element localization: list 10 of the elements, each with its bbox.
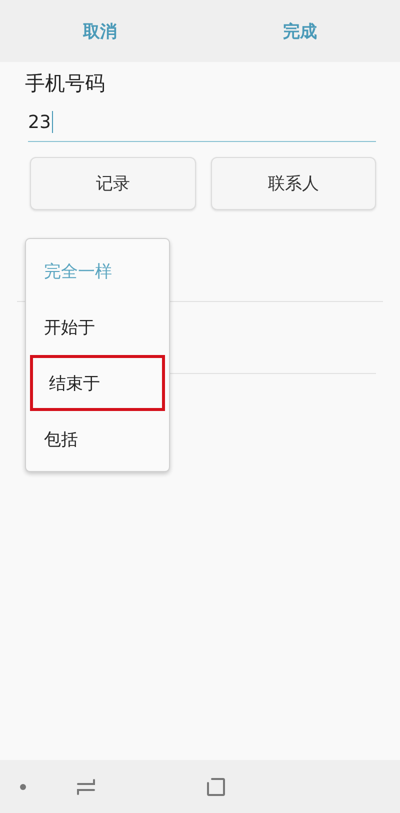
menu-item[interactable]: 结束于 — [30, 355, 165, 411]
menu-item[interactable]: 包括 — [26, 411, 169, 467]
menu-item[interactable]: 开始于 — [26, 299, 169, 355]
dot-icon[interactable] — [20, 784, 26, 790]
field-label: 手机号码 — [25, 70, 106, 97]
option-button[interactable]: 联系人 — [210, 157, 376, 210]
phone-input-field[interactable]: 23 — [28, 111, 376, 142]
home-icon[interactable] — [206, 776, 226, 796]
option-button[interactable]: 记录 — [30, 157, 196, 210]
recents-icon[interactable] — [76, 778, 96, 796]
